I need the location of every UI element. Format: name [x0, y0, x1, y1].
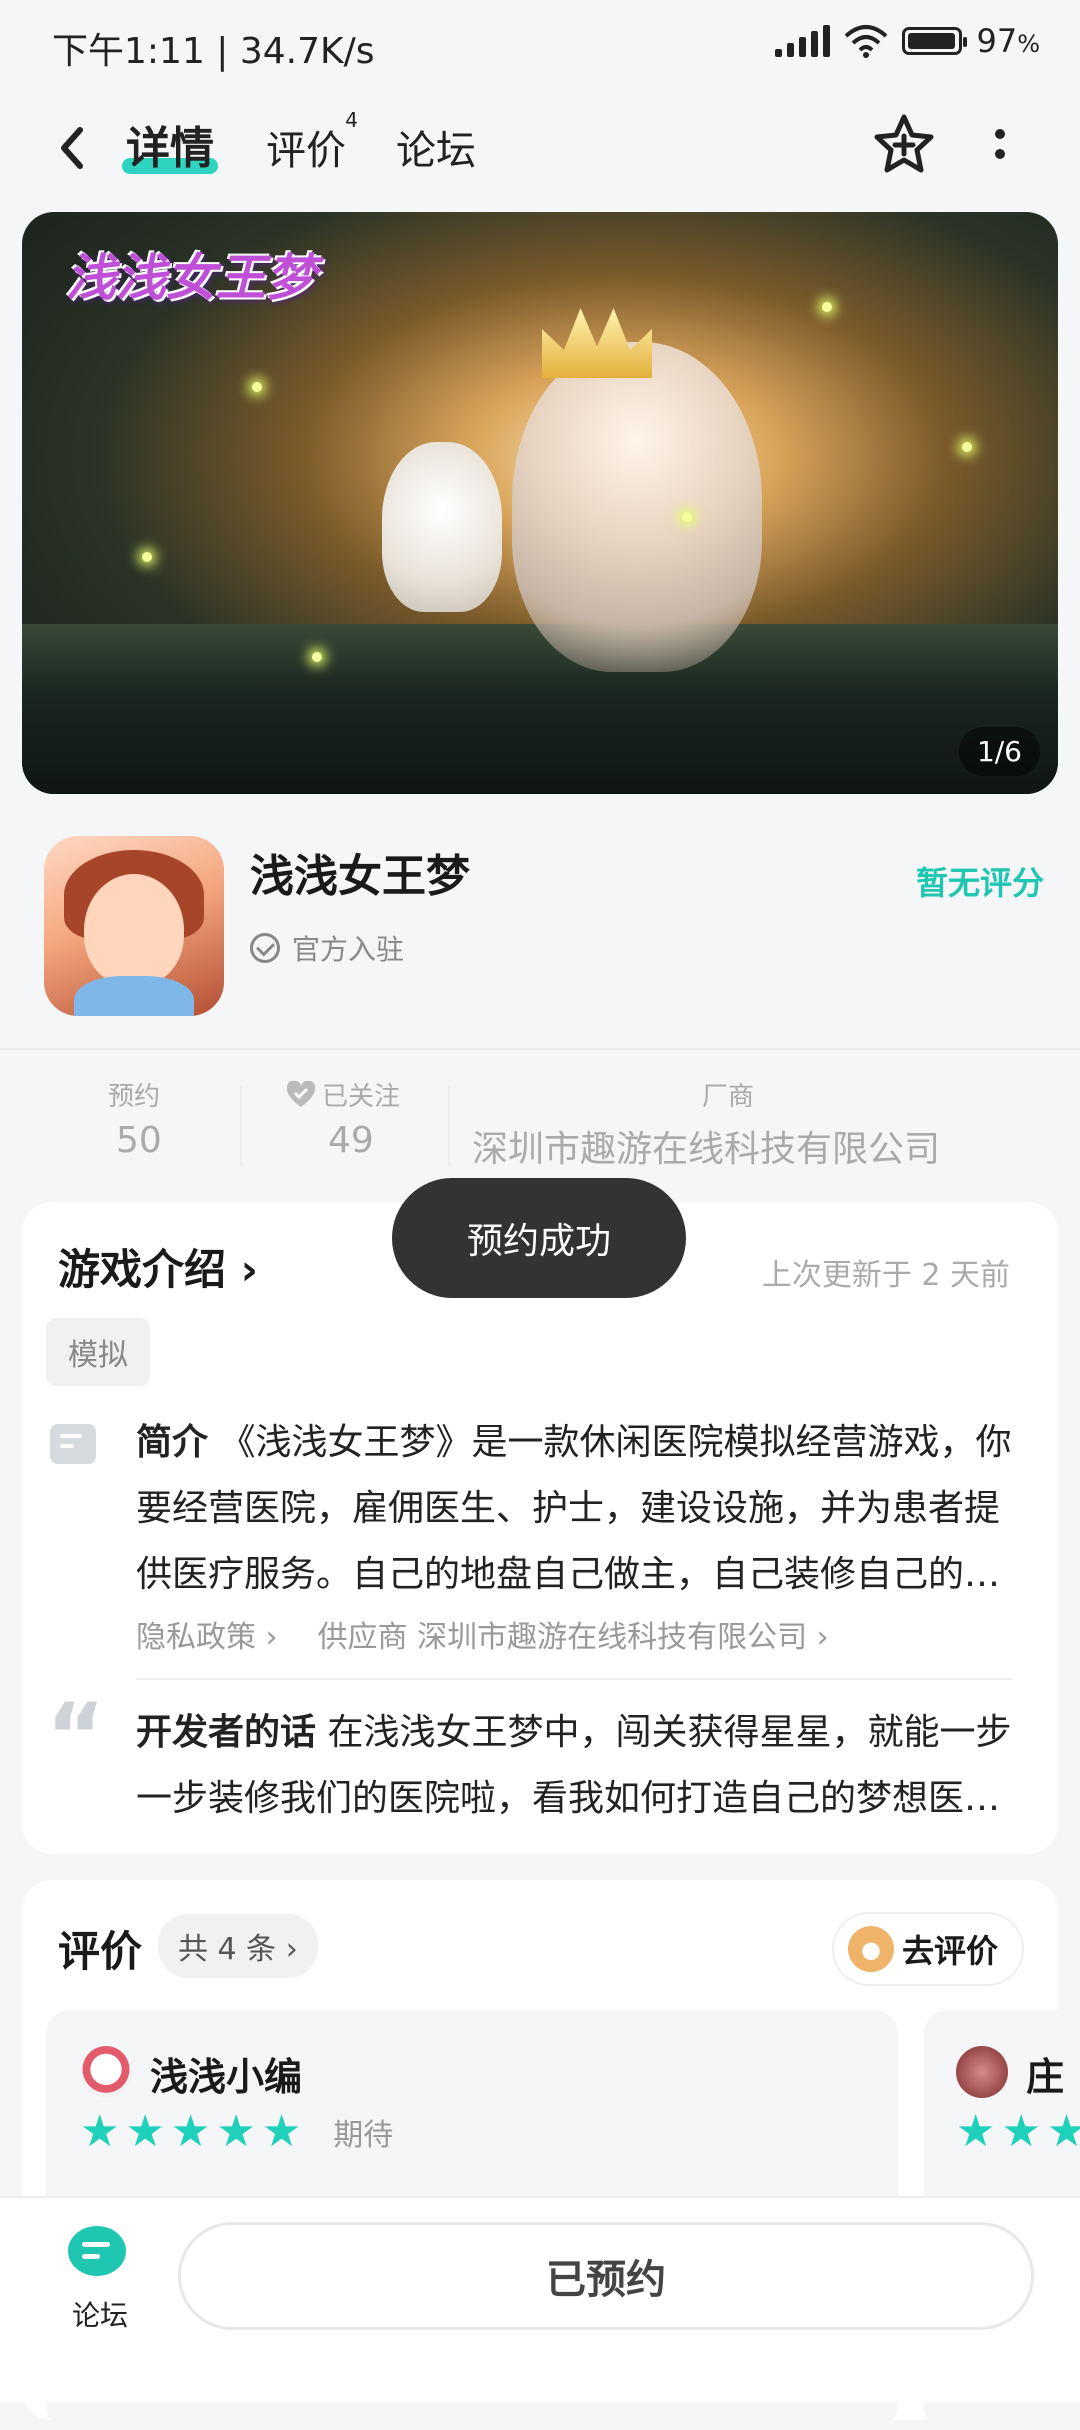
- document-icon: [50, 1424, 96, 1464]
- banner-princess: [512, 342, 762, 672]
- star-icon: ★: [80, 2106, 120, 2157]
- star-rating: ★ ★ ★: [956, 2106, 1080, 2157]
- forum-icon[interactable]: [68, 2226, 126, 2276]
- official-badge: 官方入驻: [250, 928, 404, 968]
- reserved-button[interactable]: 已预约: [178, 2222, 1034, 2330]
- divider: [0, 1048, 1080, 1050]
- star-icon: ★: [170, 2106, 211, 2157]
- battery-percent: 97: [976, 22, 1018, 60]
- star-icon: ★: [1001, 2106, 1041, 2157]
- signal-icon: [775, 25, 831, 57]
- stat-separator: [448, 1086, 450, 1166]
- privacy-link[interactable]: 隐私政策 ›: [136, 1612, 278, 1656]
- back-arrow-icon[interactable]: [52, 118, 92, 178]
- stat-separator: [240, 1086, 242, 1166]
- quote-icon: “: [46, 1684, 106, 1789]
- reviewer-avatar: [956, 2046, 1008, 2098]
- more-vertical-icon[interactable]: [988, 118, 1012, 178]
- genre-tag[interactable]: 模拟: [46, 1318, 150, 1386]
- tab-forum[interactable]: 论坛: [396, 118, 476, 176]
- toast-message: 预约成功: [392, 1178, 686, 1298]
- reviewer-name: 浅浅小编: [150, 2055, 303, 2099]
- review-count-button[interactable]: 共 4 条 ›: [158, 1914, 318, 1978]
- stat-value-reservations: 50: [116, 1120, 162, 1161]
- forum-label[interactable]: 论坛: [72, 2294, 128, 2334]
- heart-check-icon: [286, 1080, 316, 1107]
- battery-icon: [902, 27, 968, 55]
- star-icon: ★: [125, 2106, 165, 2157]
- star-icon: ★: [261, 2106, 302, 2157]
- star-rating: ★ ★ ★ ★ ★ 期待: [80, 2106, 393, 2157]
- status-time-speed: 下午1:11 | 34.7K/s: [52, 31, 375, 72]
- banner-cat: [382, 442, 502, 612]
- app-name: 浅浅女王梦: [250, 851, 470, 902]
- status-icons: 97%: [775, 22, 1040, 60]
- update-time: 上次更新于 2 天前: [761, 1258, 1010, 1293]
- firefly: [312, 652, 322, 662]
- stat-value-vendor[interactable]: 深圳市趣游在线科技有限公司: [472, 1120, 940, 1172]
- firefly: [142, 552, 152, 562]
- tab-reviews[interactable]: 评价 4: [266, 108, 358, 176]
- firefly: [682, 512, 692, 522]
- supplier-link[interactable]: 供应商 深圳市趣游在线科技有限公司 ›: [318, 1612, 829, 1656]
- firefly: [962, 442, 972, 452]
- rating-status: 暂无评分: [915, 864, 1044, 902]
- battery-unit: %: [1017, 30, 1040, 58]
- reviews-title: 评价: [58, 1927, 143, 1976]
- stat-label-vendor: 厂商: [702, 1082, 755, 1112]
- review-tag: 期待: [333, 2117, 394, 2153]
- shiba-avatar-icon: [848, 1926, 894, 1972]
- developer-words[interactable]: 开发者的话 在浅浅女王梦中，闯关获得星星，就能一步一步装修我们的医院啦，看我如何…: [136, 1700, 1016, 1832]
- reviewer-avatar: [80, 2046, 132, 2098]
- banner-pond: [22, 624, 1058, 794]
- star-icon: ★: [216, 2106, 256, 2157]
- verified-check-icon: [250, 933, 280, 963]
- review-count-badge: 4: [345, 108, 358, 132]
- screenshot-carousel[interactable]: 浅浅女王梦 1/6: [22, 212, 1058, 794]
- status-bar: 下午1:11 | 34.7K/s 97%: [0, 0, 1080, 92]
- stat-label-followers: 已关注: [286, 1076, 400, 1113]
- tab-details[interactable]: 详情: [126, 112, 214, 176]
- app-icon: [44, 836, 224, 1016]
- stat-label-reservations: 预约: [108, 1082, 161, 1112]
- carousel-counter: 1/6: [958, 727, 1040, 776]
- firefly: [822, 302, 832, 312]
- star-icon: ★: [956, 2106, 996, 2157]
- stat-value-followers: 49: [328, 1120, 374, 1161]
- star-plus-icon[interactable]: [872, 112, 936, 176]
- intro-summary[interactable]: 简介 《浅浅女王梦》是一款休闲医院模拟经营游戏，你要经营医院，雇佣医生、护士，建…: [136, 1410, 1016, 1608]
- divider: [136, 1678, 1012, 1680]
- star-icon: ★: [1046, 2106, 1080, 2157]
- reviewer-name: 庄: [1026, 2055, 1065, 2099]
- write-review-button[interactable]: 去评价: [832, 1912, 1024, 1986]
- intro-title[interactable]: 游戏介绍 ›: [58, 1236, 258, 1297]
- firefly: [252, 382, 262, 392]
- wifi-icon: [845, 25, 888, 58]
- intro-links: 隐私政策 › 供应商 深圳市趣游在线科技有限公司 ›: [136, 1612, 829, 1656]
- game-logo: 浅浅女王梦: [66, 249, 316, 307]
